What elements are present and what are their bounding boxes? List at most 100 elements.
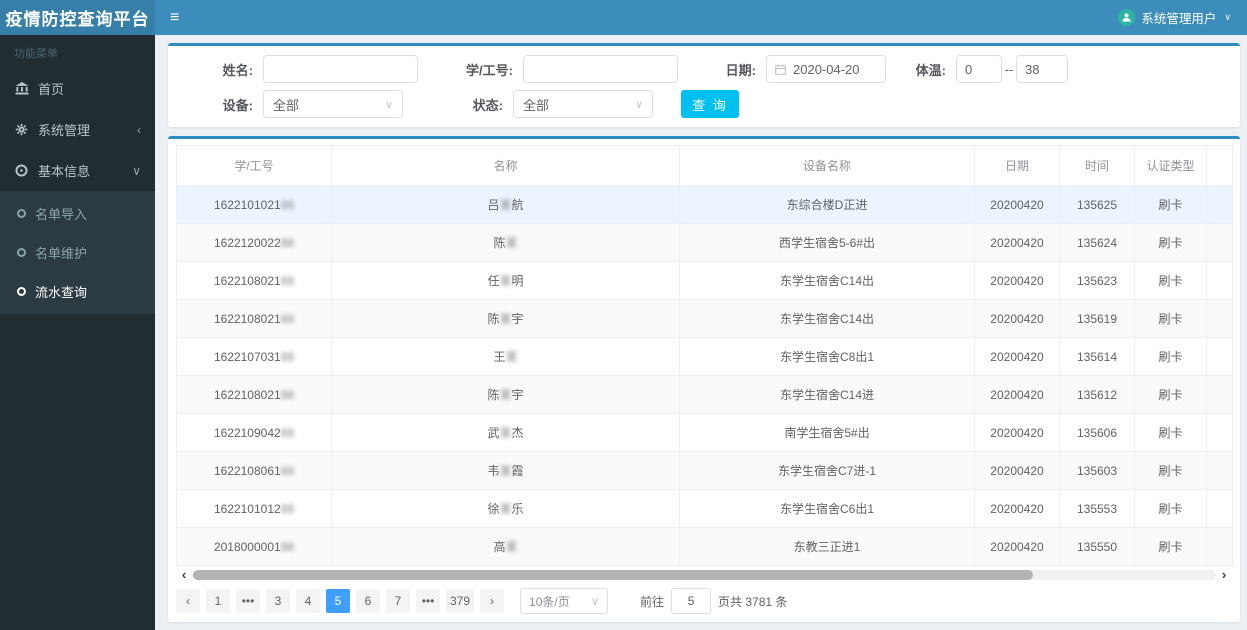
table-cell: 135619: [1059, 299, 1135, 338]
table-cell: [1206, 451, 1233, 490]
pager-page-379[interactable]: 379: [446, 589, 475, 613]
table-cell: 162210802188: [176, 261, 332, 300]
sidebar-item-home[interactable]: 首页: [0, 68, 155, 109]
table-cell: 陈某: [331, 223, 680, 262]
table-cell: 162210806188: [176, 451, 332, 490]
table-cell: 东学生宿舍C14出: [679, 261, 975, 300]
status-label: 状态:: [472, 97, 503, 113]
table-row[interactable]: 162210101288 徐某乐 东学生宿舍C6出1 20200420 135553 刷卡: [176, 489, 1233, 528]
table-cell: 135550: [1059, 527, 1135, 566]
pager-page-5[interactable]: 5: [326, 589, 350, 613]
status-select[interactable]: 全部 ∨: [513, 90, 653, 118]
sidebar-item-flow-query[interactable]: 流水查询: [0, 272, 155, 311]
sidebar-item-list-maintain[interactable]: 名单维护: [0, 233, 155, 272]
name-input[interactable]: [263, 55, 418, 83]
table-cell: 东教三正进1: [679, 527, 975, 566]
column-header[interactable]: 设备名称: [679, 145, 975, 186]
chevron-down-icon: ∨: [384, 98, 393, 111]
content-area: 姓名: 学/工号: 日期: 2020-04-20 体温: --: [155, 35, 1247, 630]
name-label: 姓名:: [222, 62, 253, 78]
pager-next-button[interactable]: ›: [480, 589, 505, 613]
column-header[interactable]: 认证类型: [1134, 145, 1207, 186]
circle-o-icon: [17, 248, 26, 257]
table-row[interactable]: 162210102188 吕某航 东综合楼D正进 20200420 135625 刷卡: [176, 185, 1233, 224]
table-cell: 东学生宿舍C7进-1: [679, 451, 975, 490]
table-cell: 东学生宿舍C6出1: [679, 489, 975, 528]
table-cell: 135623: [1059, 261, 1135, 300]
column-header[interactable]: 时间: [1059, 145, 1135, 186]
chevron-down-icon: ∨: [132, 163, 141, 178]
table-row[interactable]: 162210802188 陈某宇 东学生宿舍C14进 20200420 135612 刷卡: [176, 375, 1233, 414]
pager-ellipsis[interactable]: •••: [236, 589, 260, 613]
sidebar-item-system-management[interactable]: 系统管理 ‹: [0, 109, 155, 150]
table-row[interactable]: 162210904288 武某杰 南学生宿舍5#出 20200420 135606 刷卡: [176, 413, 1233, 452]
pager-page-3[interactable]: 3: [266, 589, 290, 613]
table-cell: 162210101288: [176, 489, 332, 528]
sidebar-item-list-import[interactable]: 名单导入: [0, 194, 155, 233]
sidebar-item-label: 名单维护: [35, 246, 88, 261]
pagination: ‹ 1•••34567•••379 › 10条/页 ∨ 前往 页共 3781 条: [176, 588, 1232, 614]
pager-page-6[interactable]: 6: [356, 589, 380, 613]
pager-prev-button[interactable]: ‹: [176, 589, 200, 613]
pager-page-4[interactable]: 4: [296, 589, 320, 613]
table-cell: 20200420: [974, 527, 1060, 566]
table-cell: 徐某乐: [331, 489, 680, 528]
table-cell: 20200420: [974, 451, 1060, 490]
table-cell: 20200420: [974, 299, 1060, 338]
table-row[interactable]: 162212002288 陈某 西学生宿舍5-6#出 20200420 135624 刷卡: [176, 223, 1233, 262]
scroll-left-icon[interactable]: ‹: [176, 568, 192, 581]
table-cell: 20200420: [974, 261, 1060, 300]
sidebar: 功能菜单 首页 系统管理 ‹ 基本信息 ∨ 名单导入 名单维护 流水查询: [0, 35, 155, 630]
user-name: 系统管理用户: [1141, 12, 1217, 26]
circle-o-icon: [17, 287, 26, 296]
table-row[interactable]: 162210802188 任某明 东学生宿舍C14出 20200420 135623 刷卡: [176, 261, 1233, 300]
table-cell: 刷卡: [1134, 489, 1207, 528]
pager-ellipsis[interactable]: •••: [416, 589, 440, 613]
table-cell: 刷卡: [1134, 299, 1207, 338]
table-row[interactable]: 162210703188 王某 东学生宿舍C8出1 20200420 135614 刷卡: [176, 337, 1233, 376]
table-cell: [1206, 413, 1233, 452]
chevron-down-icon: ∨: [1224, 12, 1231, 22]
date-input[interactable]: 2020-04-20: [766, 55, 886, 83]
device-select-value: 全部: [273, 97, 300, 113]
column-header[interactable]: 名称: [331, 145, 680, 186]
temperature-label: 体温:: [915, 62, 946, 78]
table-cell: 东学生宿舍C14出: [679, 299, 975, 338]
scrollbar-thumb[interactable]: [193, 570, 1033, 580]
column-header[interactable]: [1206, 145, 1233, 186]
pager-page-1[interactable]: 1: [206, 589, 230, 613]
table-row[interactable]: 162210806188 韦某霞 东学生宿舍C7进-1 20200420 135603 刷…: [176, 451, 1233, 490]
table-cell: 刷卡: [1134, 413, 1207, 452]
search-button[interactable]: 查 询: [681, 90, 739, 118]
pager-page-7[interactable]: 7: [386, 589, 410, 613]
temperature-min-input[interactable]: [956, 55, 1002, 83]
table-cell: 135625: [1059, 185, 1135, 224]
user-avatar: [1118, 9, 1136, 26]
scroll-right-icon[interactable]: ›: [1216, 568, 1232, 581]
table-cell: 刷卡: [1134, 451, 1207, 490]
column-header[interactable]: 日期: [974, 145, 1060, 186]
table-row[interactable]: 162210802188 陈某宇 东学生宿舍C14出 20200420 135619 刷卡: [176, 299, 1233, 338]
table-row[interactable]: 201800000188 高某 东教三正进1 20200420 135550 刷卡: [176, 527, 1233, 566]
pager-pages: 1 ••• 3 4 5 6 7 ••• 379: [206, 589, 475, 613]
user-menu[interactable]: 系统管理用户 ∨: [1118, 8, 1247, 27]
table-cell: 吕某航: [331, 185, 680, 224]
table-cell: 162212002288: [176, 223, 332, 262]
temperature-max-input[interactable]: [1016, 55, 1068, 83]
table-cell: 135614: [1059, 337, 1135, 376]
table-cell: 刷卡: [1134, 527, 1207, 566]
device-label: 设备:: [222, 97, 253, 113]
table-cell: 刷卡: [1134, 375, 1207, 414]
device-select[interactable]: 全部 ∨: [263, 90, 403, 118]
student-id-input[interactable]: [523, 55, 678, 83]
page-size-select[interactable]: 10条/页 ∨: [520, 588, 609, 614]
scrollbar-track[interactable]: [192, 570, 1216, 580]
table-cell: 刷卡: [1134, 337, 1207, 376]
goto-page-input[interactable]: [671, 588, 712, 614]
column-header[interactable]: 学/工号: [176, 145, 332, 186]
sidebar-item-label: 系统管理: [38, 123, 91, 138]
sidebar-toggle-icon[interactable]: ≡: [155, 0, 194, 35]
table-cell: [1206, 527, 1233, 566]
pager-goto: 前往 页共 3781 条: [640, 588, 787, 614]
sidebar-item-basic-info[interactable]: 基本信息 ∨: [0, 150, 155, 191]
